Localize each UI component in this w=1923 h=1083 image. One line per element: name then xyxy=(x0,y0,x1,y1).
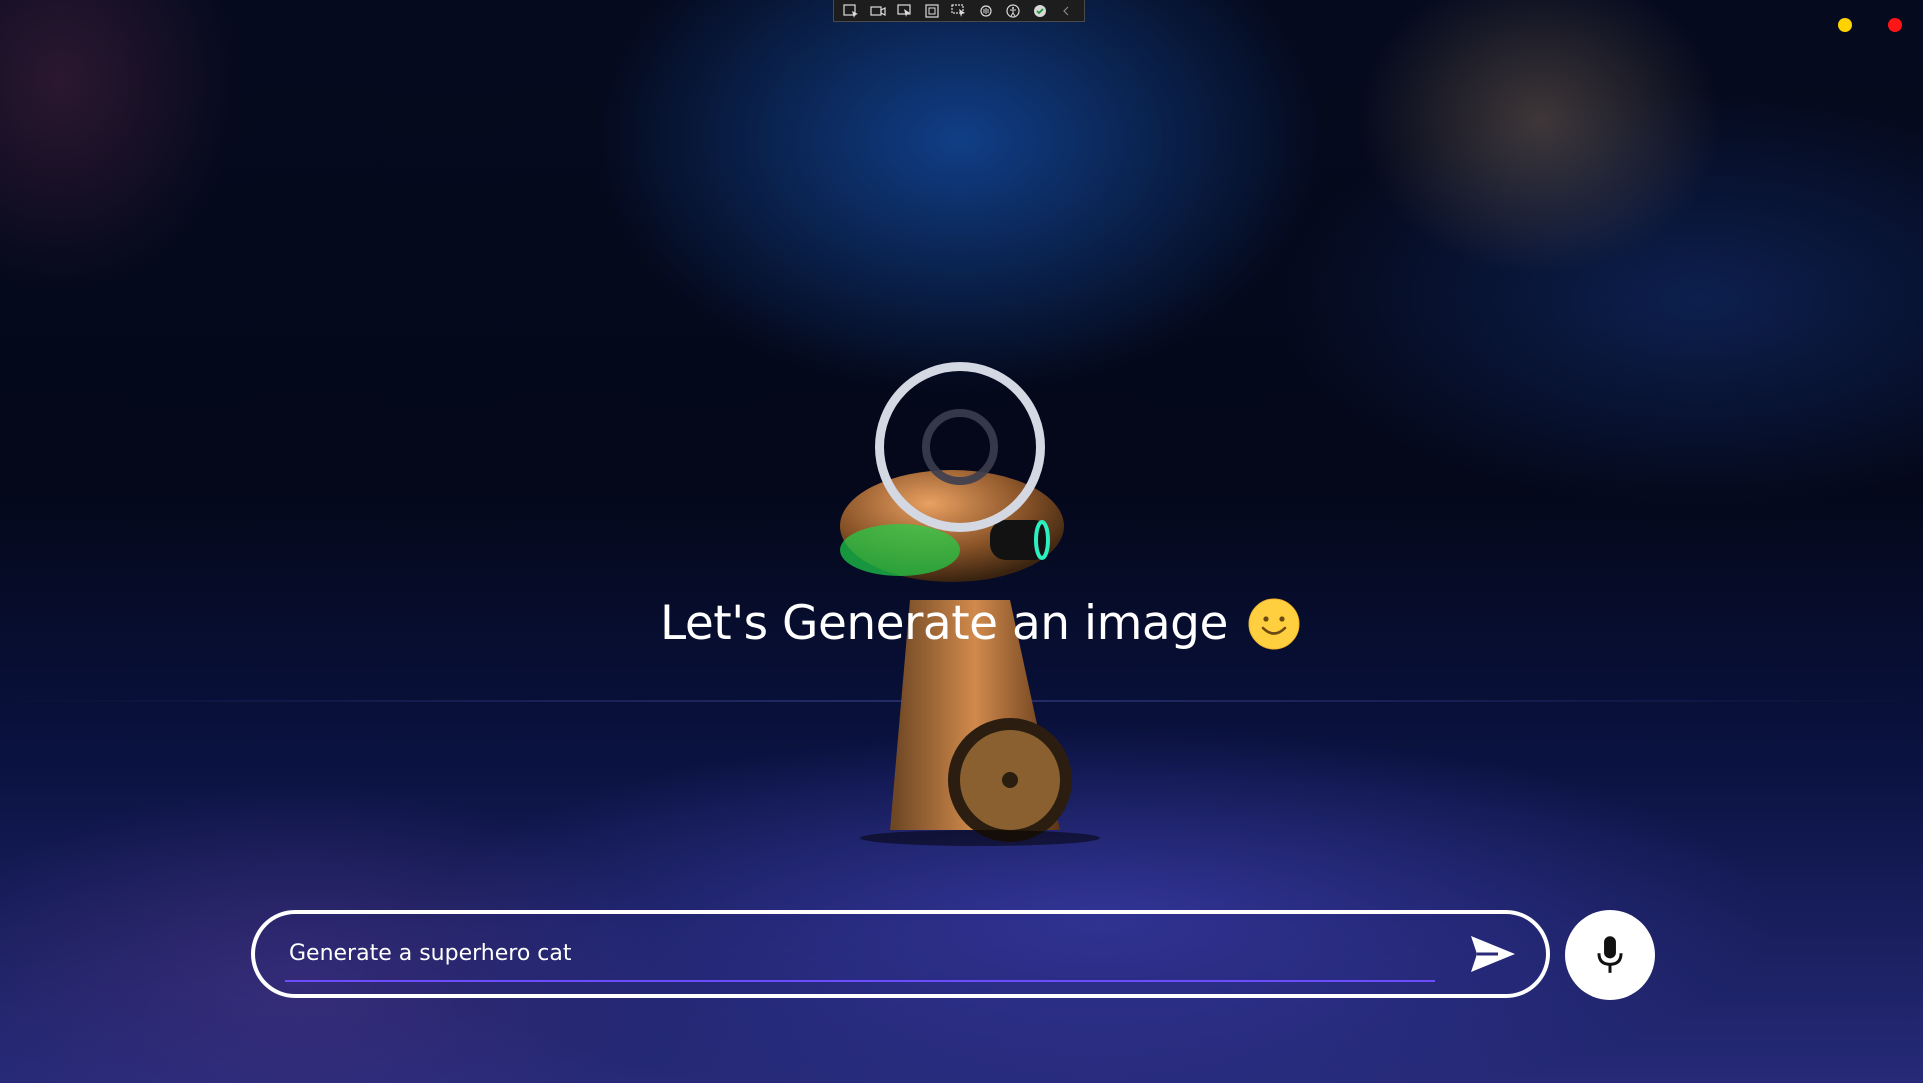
capture-toolbar xyxy=(833,0,1085,22)
loading-spinner-inner xyxy=(922,409,998,485)
check-icon[interactable] xyxy=(1031,3,1049,19)
collapse-icon[interactable] xyxy=(1057,3,1075,19)
microphone-button[interactable] xyxy=(1565,910,1655,1000)
prompt-container xyxy=(251,910,1550,998)
page-title: Let's Generate an image xyxy=(660,596,1300,651)
send-icon xyxy=(1471,936,1515,972)
app-window: Let's Generate an image xyxy=(0,0,1923,1083)
close-button[interactable] xyxy=(1888,18,1902,32)
select-window-icon[interactable] xyxy=(842,3,860,19)
prompt-input[interactable] xyxy=(285,926,1435,982)
minimize-button[interactable] xyxy=(1838,18,1852,32)
video-icon[interactable] xyxy=(869,3,887,19)
region-icon[interactable] xyxy=(923,3,941,19)
cursor-select-icon[interactable] xyxy=(950,3,968,19)
send-button[interactable] xyxy=(1468,932,1518,976)
headline-text: Let's Generate an image xyxy=(660,596,1228,651)
microphone-icon xyxy=(1597,936,1623,973)
pointer-icon[interactable] xyxy=(896,3,914,19)
smiley-face-icon xyxy=(1248,598,1300,649)
accessibility-icon[interactable] xyxy=(1004,3,1022,19)
audio-icon[interactable] xyxy=(977,3,995,19)
